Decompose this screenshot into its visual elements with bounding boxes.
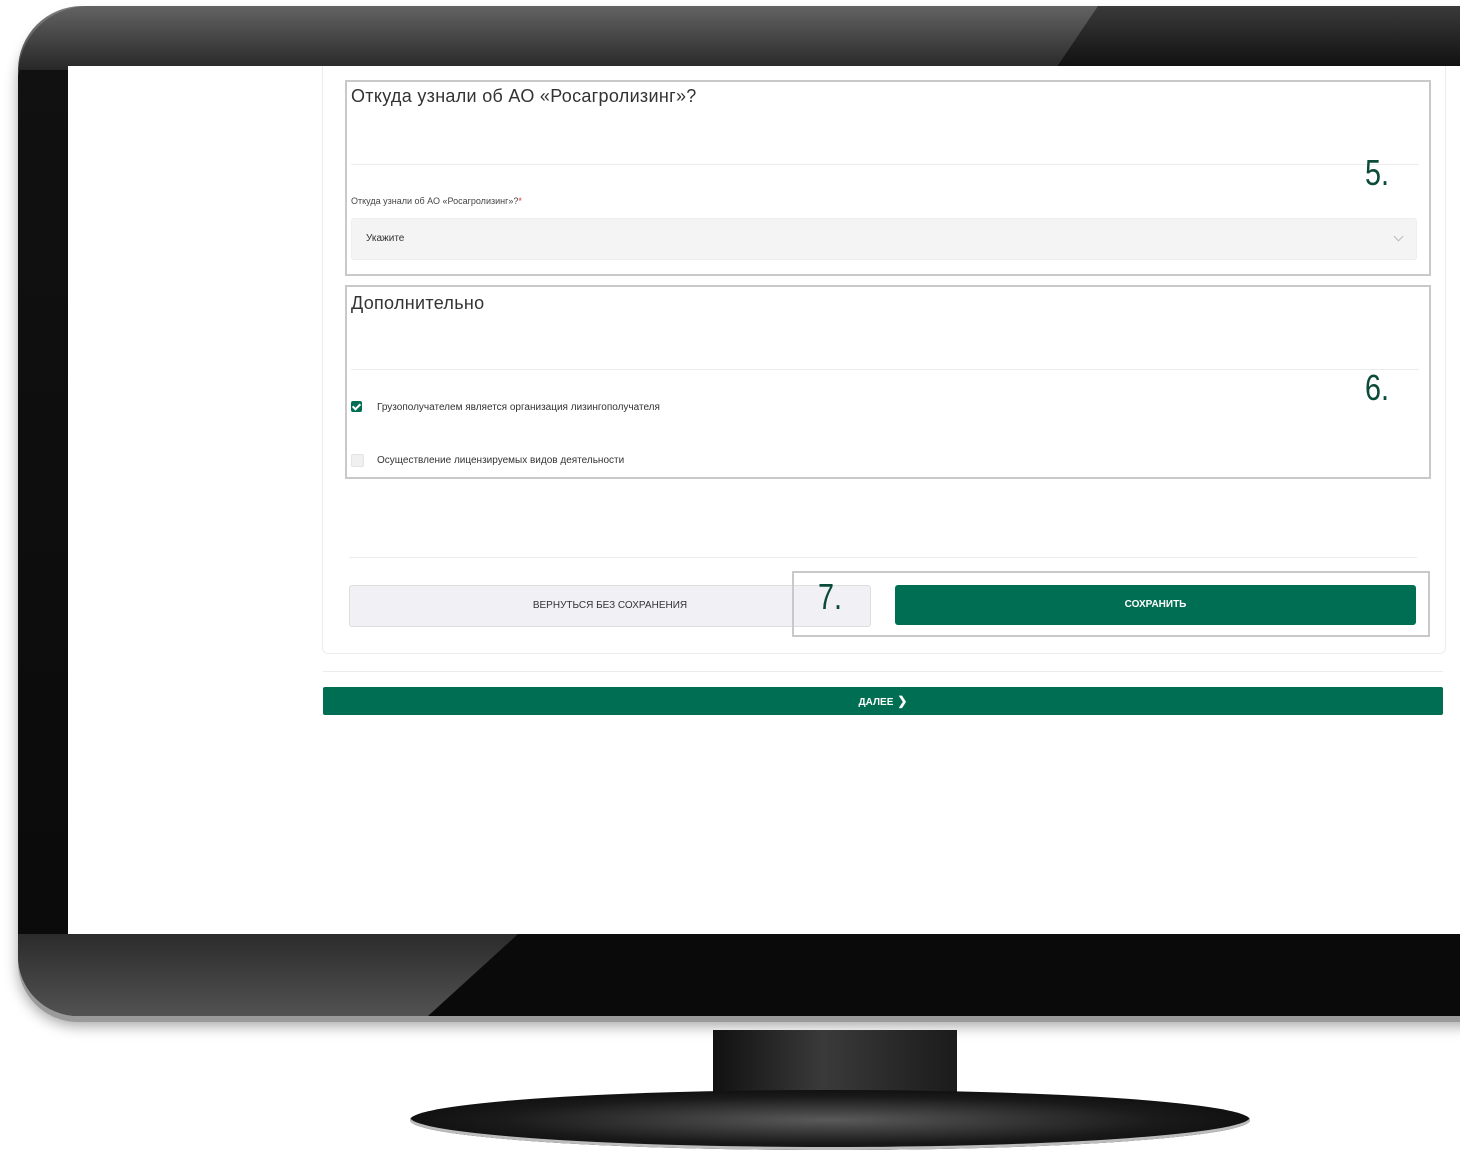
- chevron-right-icon: ❯: [897, 694, 908, 708]
- chevron-down-icon: [1393, 231, 1404, 242]
- source-section-title: Откуда узнали об АО «Росагролизинг»?: [351, 86, 697, 106]
- marker-6: 6.: [1365, 367, 1390, 408]
- actions-divider: [349, 557, 1417, 558]
- additional-section: Дополнительно Грузополучателем является …: [345, 285, 1431, 479]
- save-button[interactable]: СОХРАНИТЬ: [895, 585, 1416, 625]
- licensed-activity-checkbox-label: Осуществление лицензируемых видов деятел…: [377, 455, 625, 466]
- licensed-activity-checkbox[interactable]: [351, 454, 364, 467]
- source-section-divider: [351, 164, 1419, 165]
- source-section: Откуда узнали об АО «Росагролизинг»? Отк…: [345, 80, 1431, 276]
- monitor-screen: Откуда узнали об АО «Росагролизинг»? Отк…: [68, 66, 1460, 934]
- monitor-stand-base: [410, 1090, 1250, 1150]
- card-bottom-divider: [323, 671, 1443, 672]
- consignee-checkbox-label: Грузополучателем является организация ли…: [377, 402, 660, 413]
- source-field-label: Откуда узнали об АО «Росагролизинг»?*: [351, 196, 522, 206]
- additional-section-divider: [351, 369, 1419, 370]
- source-select-value: Укажите: [366, 233, 405, 244]
- next-button[interactable]: ДАЛЕЕ ❯: [323, 687, 1443, 715]
- marker-7: 7.: [818, 576, 843, 617]
- source-select[interactable]: Укажите: [351, 218, 1417, 260]
- marker-5: 5.: [1365, 152, 1390, 193]
- consignee-checkbox[interactable]: [351, 401, 362, 412]
- monitor-gloss: [18, 6, 1098, 70]
- next-button-label: ДАЛЕЕ: [858, 697, 894, 708]
- additional-section-title: Дополнительно: [351, 293, 485, 313]
